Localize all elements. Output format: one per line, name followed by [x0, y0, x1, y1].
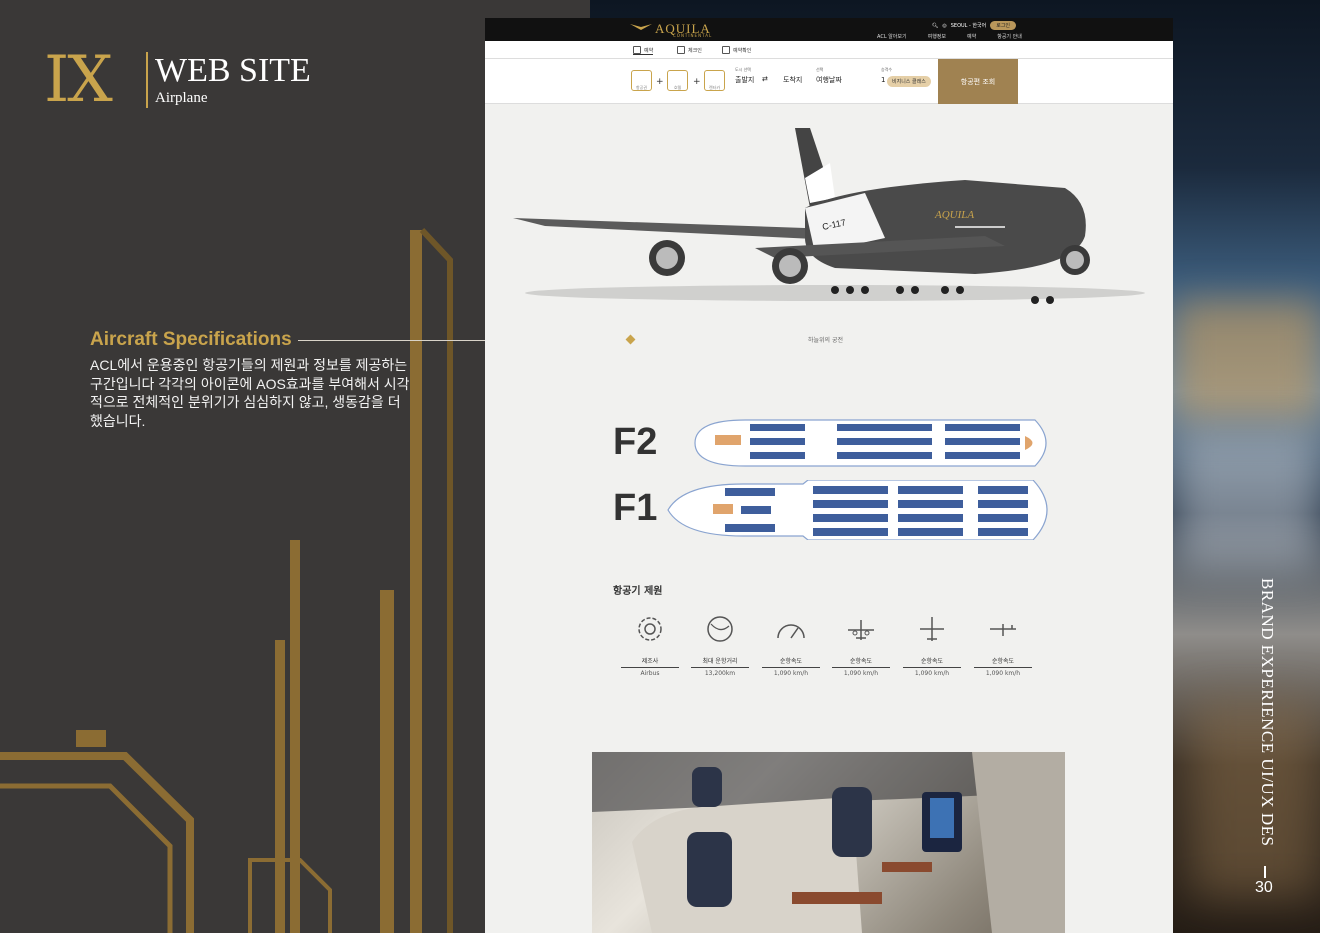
decorative-gold-lines	[0, 227, 453, 933]
cabin-interior-photo	[592, 752, 1065, 933]
globe-icon	[707, 616, 733, 642]
site-topbar: AQUILA CONTINENTAL 🔍︎ ◎ SEOUL - 한국어 로그인 …	[485, 18, 1173, 41]
svg-text:AQUILA: AQUILA	[934, 209, 974, 221]
swap-icon[interactable]: ⇄	[762, 75, 768, 83]
aircraft-image: C-117 AQUILA	[513, 128, 1145, 304]
spec-manufacturer: 제조사 Airbus	[620, 614, 680, 677]
tab-checkin[interactable]: 체크인	[677, 46, 702, 54]
passenger-label: 승객수	[881, 67, 893, 72]
floor-label-f1: F1	[613, 487, 658, 529]
plane-side-icon	[990, 624, 1016, 636]
search-icon[interactable]: 🔍︎	[932, 23, 938, 29]
nav-item-about[interactable]: ACL 알아보기	[877, 33, 907, 40]
background-blur-light	[1175, 430, 1320, 570]
class-selector[interactable]: 비지니스 클래스	[887, 76, 931, 87]
page-title: WEB SITE	[155, 52, 311, 89]
nav-item-travel-info[interactable]: 여행정보	[928, 33, 946, 40]
origin-field[interactable]: 출발지	[735, 75, 754, 85]
diamond-marker	[625, 334, 636, 345]
site-logo-sub: CONTINENTAL	[673, 33, 713, 38]
globe-icon[interactable]: ◎	[942, 23, 946, 29]
login-button[interactable]: 로그인	[990, 21, 1017, 30]
nav-item-aircraft[interactable]: 항공기 안내	[997, 33, 1022, 40]
spec-cruise-speed: 순항속도 1,090 km/h	[831, 614, 891, 677]
plus-icon: +	[656, 77, 664, 87]
spec-max-range: 최대 운항거리 13,200km	[690, 614, 750, 677]
flight-search-bar: 항공권 + 호텔 + 렌터카 도시 선택 출발지 ⇄ 도착지 선택 여행날짜 승…	[485, 59, 1173, 104]
plane-front-icon	[848, 620, 874, 640]
seatmap-upper-deck[interactable]	[685, 418, 1060, 468]
tab-reservation-check[interactable]: 예약확인	[722, 46, 751, 54]
document-icon	[677, 46, 685, 54]
check-icon	[722, 46, 730, 54]
search-flights-button[interactable]: 항공편 조회	[938, 59, 1018, 104]
page-subtitle: Airplane	[155, 90, 208, 106]
plus-icon: +	[693, 77, 701, 87]
background-blur-light	[1175, 300, 1320, 420]
car-option-icon[interactable]: 렌터카	[704, 70, 725, 91]
title-divider	[146, 52, 148, 108]
destination-field[interactable]: 도착지	[783, 75, 802, 85]
page-number: 30	[1255, 879, 1273, 896]
section-number: IX	[44, 43, 113, 117]
page-number-divider	[1264, 866, 1266, 878]
vertical-brand-text: BRAND EXPERIENCE UI/UX DES	[1258, 578, 1277, 847]
spec-section-description: ACL에서 운용중인 항공기들의 제원과 정보를 제공하는 구간입니다 각각의 …	[90, 357, 410, 429]
background-blur-light	[1190, 700, 1320, 900]
aircraft-specs-title: 항공기 제원	[613, 586, 663, 597]
tab-booking[interactable]: 예약	[633, 46, 654, 55]
spec-cruise-speed: 순항속도 1,090 km/h	[761, 614, 821, 677]
origin-label: 도시 선택	[735, 67, 751, 72]
gear-wrench-icon	[638, 617, 662, 641]
floor-label-f2: F2	[613, 421, 658, 463]
plane-icon	[633, 46, 641, 54]
plane-top-icon	[920, 617, 944, 641]
section-caption: 하늘위의 궁전	[808, 337, 844, 344]
cabin-illustration	[592, 752, 1065, 933]
date-label: 선택	[816, 67, 824, 72]
date-field[interactable]: 여행날짜	[816, 75, 842, 85]
logo-wing-icon	[630, 24, 652, 30]
spec-section-title: Aircraft Specifications	[90, 329, 292, 350]
hotel-option-icon[interactable]: 호텔	[667, 70, 688, 91]
top-right-utilities: 🔍︎ ◎ SEOUL - 한국어 로그인	[932, 21, 1017, 30]
location-language[interactable]: SEOUL - 한국어	[951, 22, 987, 29]
spec-cruise-speed: 순항속도 1,090 km/h	[902, 614, 962, 677]
flight-option-icon[interactable]: 항공권	[631, 70, 652, 91]
spec-cruise-speed: 순항속도 1,090 km/h	[973, 614, 1033, 677]
website-mockup: AQUILA CONTINENTAL 🔍︎ ◎ SEOUL - 한국어 로그인 …	[485, 18, 1173, 933]
passenger-count[interactable]: 1	[881, 76, 885, 84]
booking-tabs: 예약 체크인 예약확인	[485, 41, 1173, 59]
seatmap-main-deck[interactable]	[663, 480, 1063, 540]
nav-item-booking[interactable]: 예약	[967, 33, 976, 40]
main-nav: ACL 알아보기 여행정보 예약 항공기 안내	[877, 33, 1022, 40]
speedometer-icon	[777, 624, 805, 639]
